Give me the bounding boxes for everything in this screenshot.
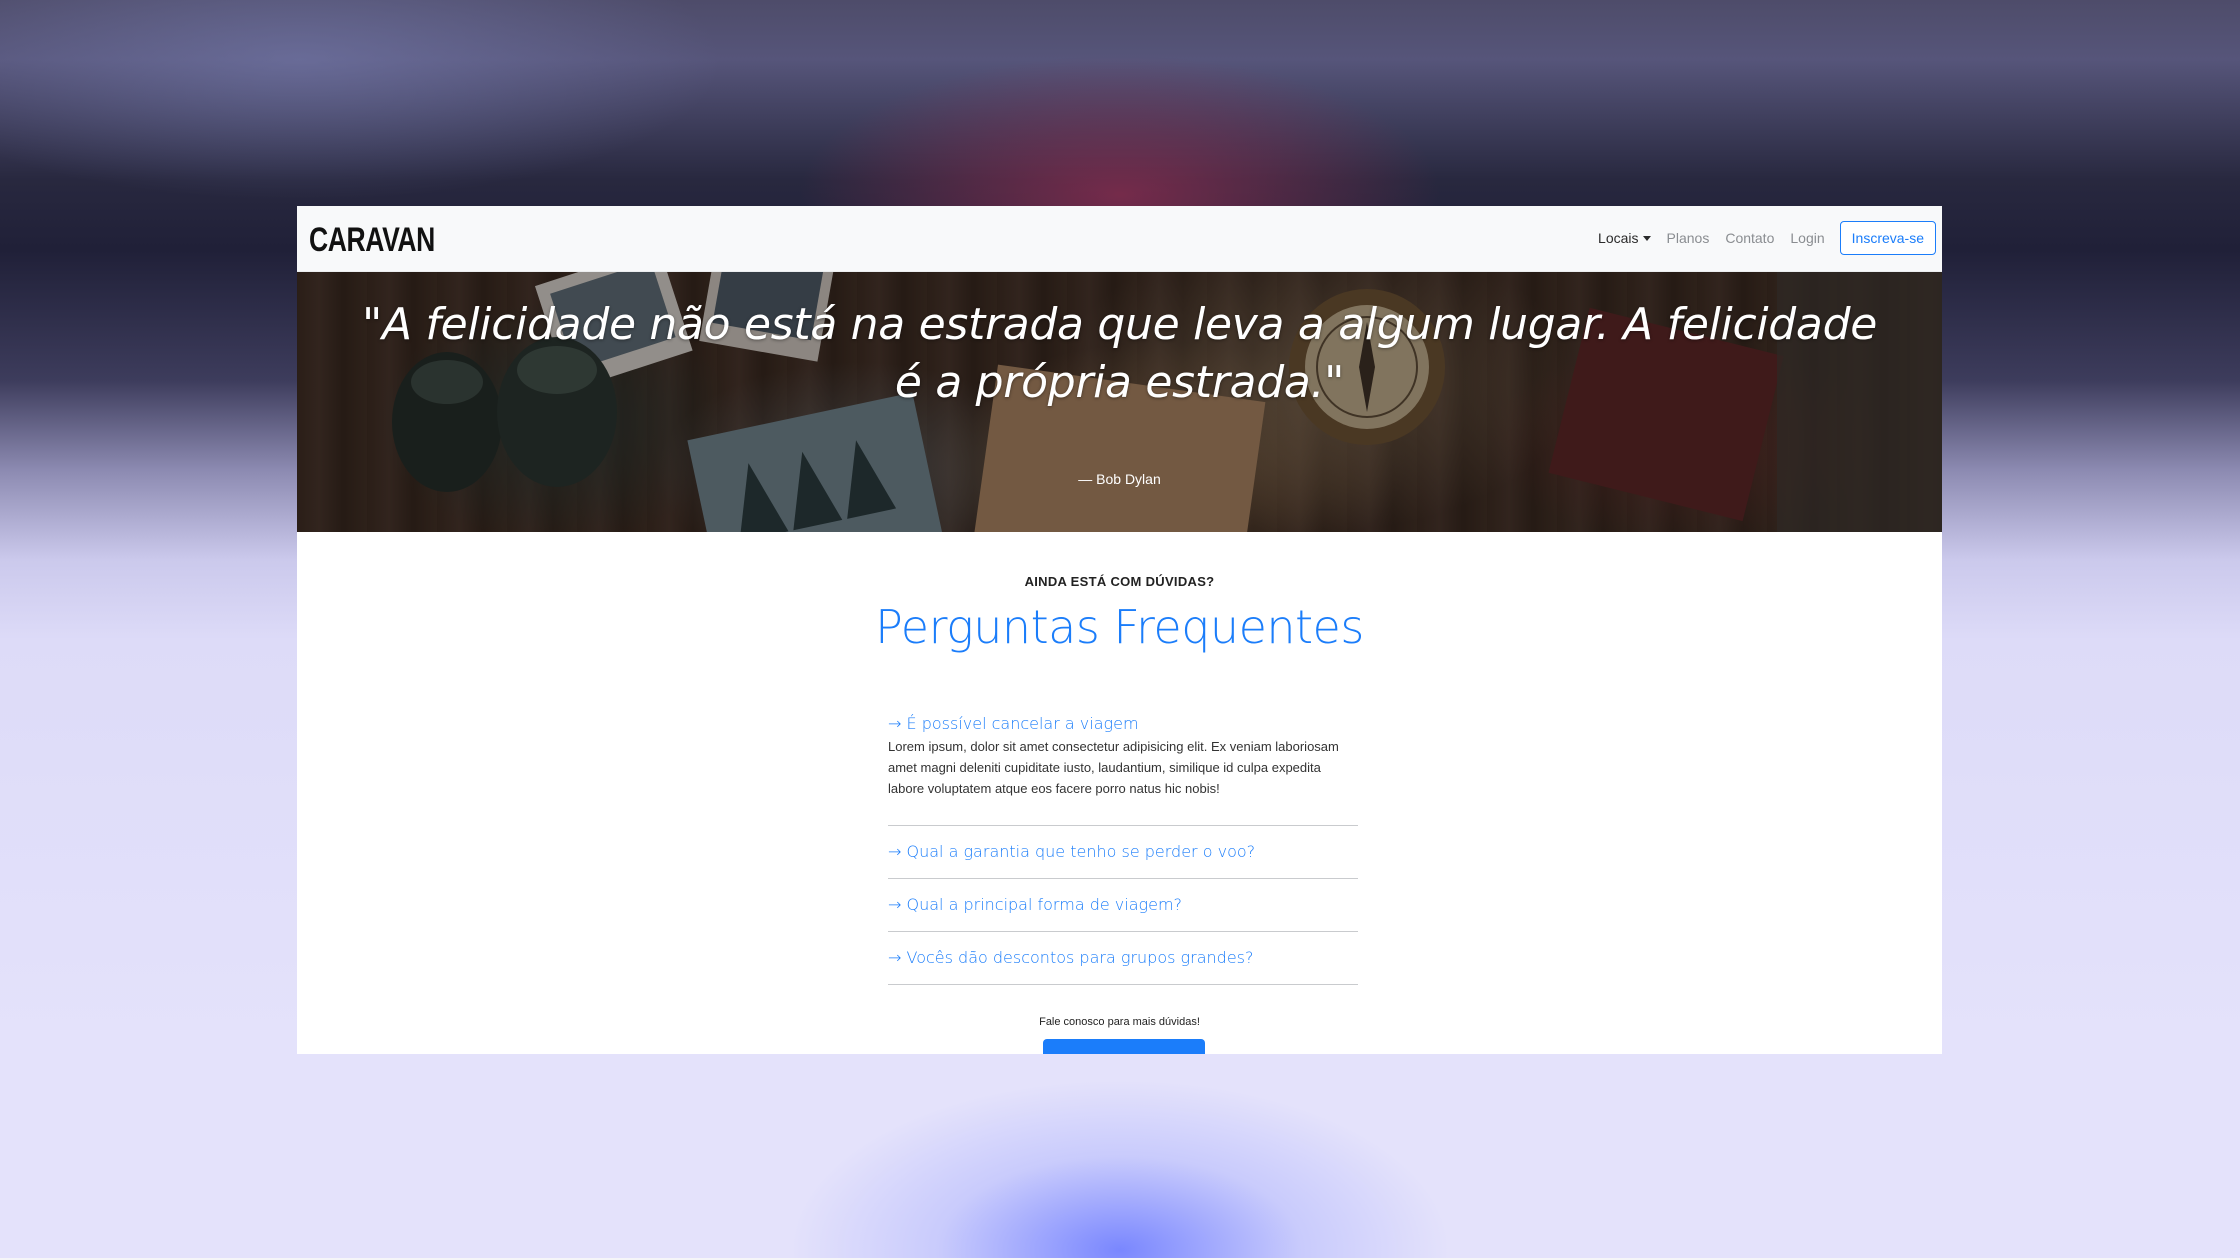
hero-author: — Bob Dylan	[1078, 471, 1161, 487]
faq-item: → Vocês dão descontos para grupos grande…	[888, 932, 1358, 985]
faq-question[interactable]: → É possível cancelar a viagem	[888, 712, 1358, 736]
hero-quote: "A felicidade não está na estrada que le…	[362, 299, 1877, 408]
caret-down-icon	[1642, 235, 1651, 241]
faq-question[interactable]: → Qual a principal forma de viagem?	[888, 879, 1358, 931]
nav-link-login[interactable]: Login	[1782, 230, 1832, 246]
faq-question[interactable]: → Qual a garantia que tenho se perder o …	[888, 826, 1358, 878]
nav-dropdown-locais[interactable]: Locais	[1590, 230, 1658, 246]
browser-viewport: CARAVAN Locais Planos Contato Login Insc…	[297, 206, 1942, 1054]
faq-question[interactable]: → Vocês dão descontos para grupos grande…	[888, 932, 1358, 984]
faq-contact-note: Fale conosco para mais dúvidas!	[1039, 1016, 1200, 1028]
nav-link-label: Locais	[1598, 230, 1639, 246]
contact-button[interactable]	[1043, 1039, 1205, 1054]
nav-link-planos[interactable]: Planos	[1659, 230, 1718, 246]
hero-banner: "A felicidade não está na estrada que le…	[297, 272, 1942, 532]
faq-accordion: → É possível cancelar a viagem Lorem ips…	[888, 712, 1358, 985]
faq-answer: Lorem ipsum, dolor sit amet consectetur …	[888, 739, 1339, 796]
brand-logo[interactable]: CARAVAN	[309, 222, 435, 258]
faq-item: → Qual a garantia que tenho se perder o …	[888, 826, 1358, 879]
faq-item: → Qual a principal forma de viagem?	[888, 879, 1358, 932]
faq-item: → É possível cancelar a viagem Lorem ips…	[888, 712, 1358, 826]
nav-links: Locais Planos Contato Login Inscreva-se	[1590, 221, 1936, 255]
faq-title: Perguntas Frequentes	[875, 600, 1364, 654]
navbar: CARAVAN Locais Planos Contato Login Insc…	[297, 206, 1942, 272]
signup-button[interactable]: Inscreva-se	[1839, 221, 1936, 255]
nav-link-contato[interactable]: Contato	[1717, 230, 1782, 246]
faq-eyebrow: AINDA ESTÁ COM DÚVIDAS?	[1024, 574, 1215, 589]
